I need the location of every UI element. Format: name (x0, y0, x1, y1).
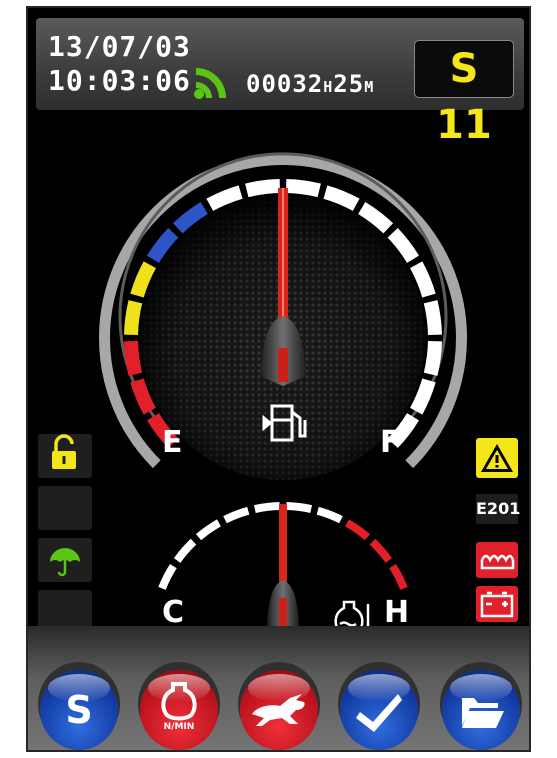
fuel-scale-segment (285, 179, 321, 198)
fuel-scale-segment (245, 179, 281, 198)
confirm-button[interactable] (340, 670, 418, 750)
dashboard-screen: 13/07/03 10:03:06 00032H25M S 11 E F C H… (26, 6, 531, 752)
temperature-scale-segment (195, 519, 222, 541)
temperature-scale-segment (369, 538, 393, 563)
temperature-scale-segment (173, 538, 197, 563)
folder-button[interactable] (442, 670, 520, 750)
temperature-hot-label: H (384, 595, 409, 630)
temperature-scale-segment (253, 502, 280, 514)
soft-key-bar: S N/MIN (28, 626, 529, 750)
speed-mode-button[interactable]: S (40, 670, 118, 750)
temperature-scale-segment (344, 519, 371, 541)
empty-indicator-slot (38, 486, 92, 530)
right-indicator-column (476, 438, 518, 622)
fuel-scale-segment (423, 340, 442, 376)
checkmark-icon (356, 694, 402, 732)
engine-rpm-icon (161, 682, 197, 721)
folder-icon (462, 698, 504, 728)
fuel-scale-segment (130, 378, 157, 415)
temperature-scale-segment (389, 564, 408, 590)
fuel-scale-segment (124, 300, 143, 336)
rabbit-fast-icon (252, 694, 305, 726)
speed-mode-label: S (65, 688, 93, 732)
fuel-scale-segment (323, 185, 360, 212)
fuel-needle (278, 188, 288, 338)
temperature-scale-segment (223, 506, 250, 524)
temperature-scale-segment (158, 564, 177, 590)
left-indicator-column (38, 434, 92, 634)
temperature-gauge: C H (158, 502, 409, 638)
fuel-scale-segment (124, 340, 143, 376)
fuel-scale-segment (409, 261, 436, 298)
temperature-scale-segment (316, 506, 343, 524)
error-code-badge: E201 (476, 494, 520, 524)
fast-mode-button[interactable] (240, 670, 318, 750)
fuel-scale-segment (409, 378, 436, 415)
engine-rpm-button[interactable]: N/MIN (140, 670, 218, 750)
fuel-scale-segment (423, 300, 442, 336)
temperature-cold-label: C (162, 595, 184, 630)
temperature-scale-segment (286, 502, 313, 514)
rpm-unit-label: N/MIN (163, 722, 195, 732)
fuel-scale-segment (130, 261, 157, 298)
fuel-gauge: E F (99, 152, 467, 480)
fuel-empty-label: E (162, 425, 183, 460)
fuel-full-label: F (380, 425, 401, 460)
fuel-scale-segment (206, 185, 243, 212)
